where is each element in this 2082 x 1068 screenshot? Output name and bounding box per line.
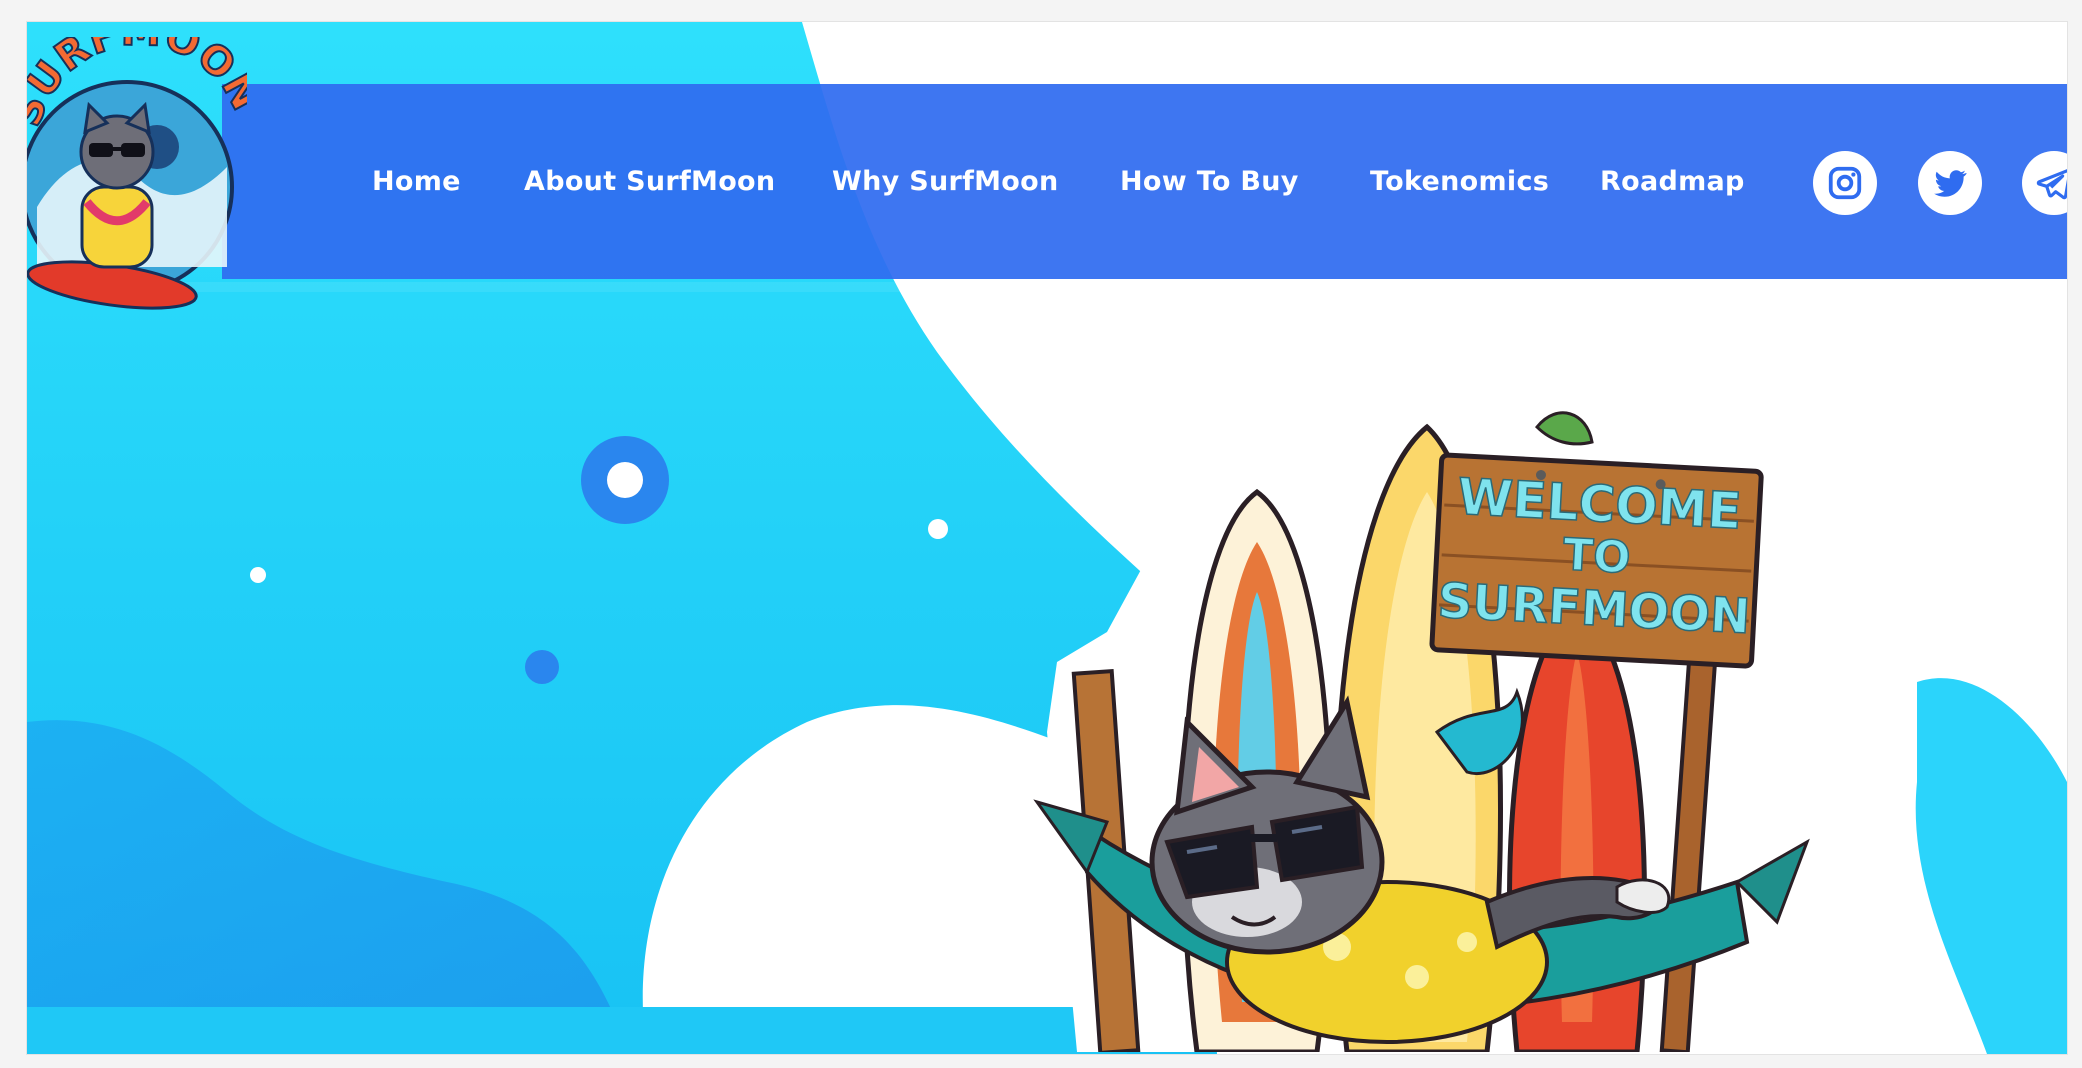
bubble-small-white-2 (928, 519, 948, 539)
hero-illustration: WELCOME TO SURFMOON (1033, 411, 1810, 1052)
welcome-sign: WELCOME TO SURFMOON (1429, 452, 1764, 669)
nav-about[interactable]: About SurfMoon (524, 166, 775, 197)
bubble-small-blue (525, 650, 559, 684)
nav-why[interactable]: Why SurfMoon (832, 166, 1059, 197)
surfmoon-logo[interactable]: SURFMOON (27, 37, 247, 327)
telegram-icon (2036, 169, 2067, 200)
sign-line-2: TO (1562, 529, 1632, 583)
top-navbar: Home About SurfMoon Why SurfMoon How To … (222, 84, 2067, 279)
bubble-small-white-1 (250, 567, 266, 583)
twitter-button[interactable] (1918, 151, 1982, 215)
instagram-icon (1828, 166, 1862, 200)
nav-tokenomics[interactable]: Tokenomics (1370, 166, 1549, 197)
nav-home[interactable]: Home (372, 166, 461, 197)
nav-roadmap[interactable]: Roadmap (1600, 166, 1745, 197)
page-frame: Home About SurfMoon Why SurfMoon How To … (27, 22, 2067, 1054)
nav-how-to-buy[interactable]: How To Buy (1120, 166, 1299, 197)
bubble-ring-center (607, 462, 643, 498)
twitter-icon (1934, 170, 1967, 197)
telegram-button[interactable] (2022, 151, 2067, 215)
bottom-band-shape (27, 1007, 1127, 1054)
instagram-button[interactable] (1813, 151, 1877, 215)
